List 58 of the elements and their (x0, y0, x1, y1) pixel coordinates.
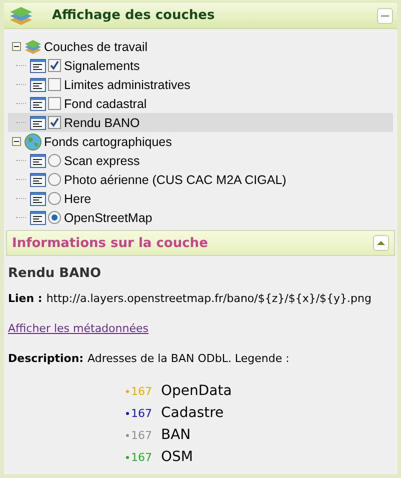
collapse-toggle-icon[interactable] (12, 42, 21, 51)
legend-count: 167 (131, 406, 153, 420)
legend-icon[interactable] (30, 210, 46, 224)
legend-icon[interactable] (30, 154, 46, 168)
legend-count: 167 (131, 450, 153, 464)
legend-icon[interactable] (30, 116, 46, 130)
description-text: Adresses de la BAN ODbL. Legende : (88, 352, 290, 365)
globe-icon (24, 132, 42, 150)
layer-label: Here (64, 192, 92, 206)
legend-count: 167 (131, 384, 153, 398)
layer-row[interactable]: Limites administratives (8, 75, 393, 94)
layer-label: Rendu BANO (64, 116, 140, 130)
link-label: Lien : (8, 292, 42, 305)
layers-icon (8, 4, 34, 26)
tree-group-label[interactable]: Fonds cartographiques (44, 134, 172, 148)
legend-label: BAN (161, 427, 191, 443)
link-url: http://a.layers.openstreetmap.fr/bano/${z}/${x}/${y}.png (46, 292, 372, 305)
layer-label: Photo aérienne (CUS CAC M2A CIGAL) (64, 172, 286, 186)
radio-button[interactable] (48, 192, 61, 205)
layer-row[interactable]: Rendu BANO (8, 113, 393, 132)
checkbox[interactable] (48, 78, 61, 91)
section-title: Informations sur la couche (12, 236, 208, 250)
checkbox[interactable] (48, 116, 61, 129)
layer-label: Fond cadastral (64, 96, 147, 110)
layer-row[interactable]: Here (8, 189, 393, 208)
collapse-button[interactable] (377, 8, 393, 24)
legend-label: Cadastre (161, 405, 224, 421)
radio-button[interactable] (48, 154, 61, 167)
layer-row[interactable]: Photo aérienne (CUS CAC M2A CIGAL) (8, 170, 393, 189)
legend-count: 167 (131, 428, 153, 442)
collapse-toggle-icon[interactable] (12, 137, 21, 146)
description-label: Description: (8, 352, 84, 365)
legend-icon[interactable] (30, 78, 46, 92)
legend-label: OpenData (161, 383, 232, 399)
metadata-link[interactable]: Afficher les métadonnées (8, 322, 148, 335)
legend-label: OSM (161, 449, 193, 465)
layer-row[interactable]: OpenStreetMap (8, 208, 393, 227)
layer-row[interactable]: Fond cadastral (8, 94, 393, 113)
layer-row[interactable]: Signalements (8, 56, 393, 75)
layer-name: Rendu BANO (8, 266, 102, 281)
layer-label: OpenStreetMap (64, 210, 152, 224)
legend-icon[interactable] (30, 58, 46, 72)
layer-label: Signalements (64, 58, 140, 72)
radio-button[interactable] (48, 211, 61, 224)
collapse-button[interactable] (373, 235, 389, 251)
checkbox[interactable] (48, 59, 61, 72)
layer-row[interactable]: Scan express (8, 151, 393, 170)
radio-button[interactable] (48, 173, 61, 186)
caret-up-icon (377, 240, 385, 246)
legend-icon[interactable] (30, 192, 46, 206)
panel-title: Affichage des couches (52, 8, 216, 23)
legend-icon[interactable] (30, 172, 46, 186)
tree-group-label[interactable]: Couches de travail (44, 40, 148, 54)
layer-label: Limites administratives (64, 78, 190, 92)
legend-icon[interactable] (30, 96, 46, 110)
checkbox[interactable] (48, 97, 61, 110)
layer-label: Scan express (64, 154, 140, 168)
layers-icon (24, 38, 42, 54)
